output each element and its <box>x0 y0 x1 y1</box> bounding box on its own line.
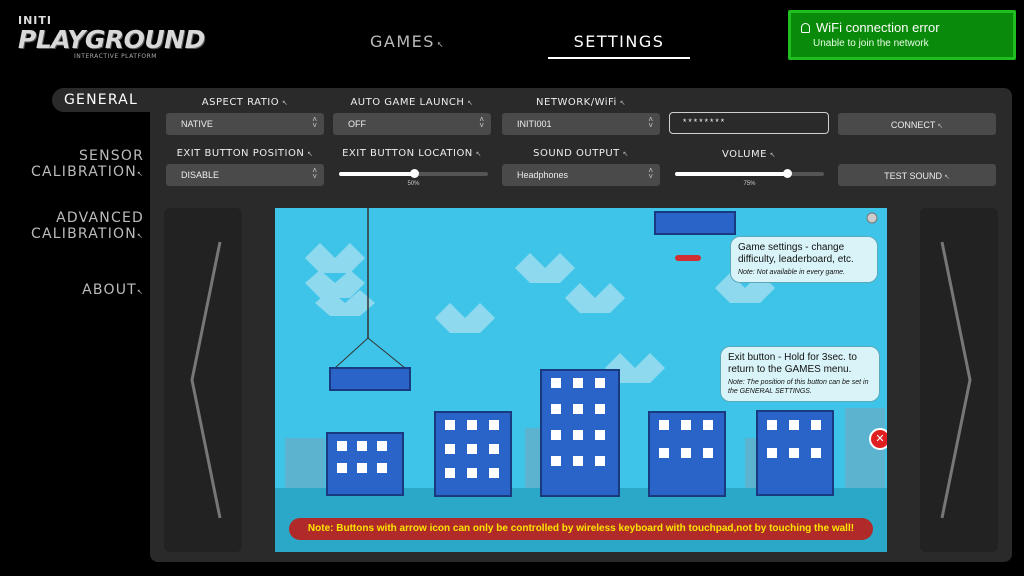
volume-slider[interactable] <box>675 169 824 178</box>
game-settings-bubble: Game settings - change difficulty, leade… <box>730 236 878 283</box>
sidebar-item-general[interactable]: GENERAL <box>52 88 162 112</box>
top-block <box>654 211 736 235</box>
exit-button-bubble: Exit button - Hold for 3sec. to return t… <box>720 346 880 402</box>
sidebar-item-about[interactable]: ABOUT↖ <box>82 282 144 300</box>
select-value: INITI001 <box>517 119 552 129</box>
cursor-arrow-icon: ↖ <box>136 232 144 240</box>
wifi-password-field[interactable]: ******** <box>669 112 829 134</box>
sidebar-item-label: CALIBRATION↖ <box>31 226 144 244</box>
sound-output-label: SOUND OUTPUT ↖ <box>502 148 660 159</box>
toast-message: Unable to join the network <box>813 38 929 49</box>
select-value: NATIVE <box>181 119 213 129</box>
exit-button-location-label: EXIT BUTTON LOCATION ↖ <box>333 148 491 159</box>
select-value: OFF <box>348 119 366 129</box>
updown-chevron-icon: ˄ ˅ <box>648 166 653 181</box>
sidebar-item-label: CALIBRATION↖ <box>31 164 144 182</box>
crane-sling <box>334 337 406 369</box>
app-logo: INITI PLAYGROUND INTERACTIVE PLATFORM <box>18 14 205 60</box>
cursor-arrow-icon: ↖ <box>136 170 144 178</box>
toast-title: WiFi connection error <box>816 20 940 35</box>
game-preview: Game settings - change difficulty, leade… <box>275 208 887 552</box>
slider-fill <box>339 172 414 176</box>
cursor-arrow-icon: ↖ <box>279 99 289 107</box>
game-settings-dot <box>866 212 878 224</box>
sidebar-item-label-2: CALIBRATION <box>31 164 137 180</box>
exit-button-position-select[interactable]: DISABLE ˄ ˅ <box>166 164 324 186</box>
cursor-arrow-icon: ↖ <box>942 174 950 181</box>
auto-game-launch-select[interactable]: OFF ˄ ˅ <box>333 113 491 135</box>
sound-output-select[interactable]: Headphones ˄ ˅ <box>502 164 660 186</box>
label-text: ASPECT RATIO <box>201 97 280 108</box>
exit-button-location-value: 50% <box>407 181 420 187</box>
cursor-arrow-icon: ↖ <box>616 99 626 107</box>
sidebar-item-advanced-calibration[interactable]: ADVANCED CALIBRATION↖ <box>31 210 144 244</box>
cursor-arrow-icon: ↖ <box>619 150 629 158</box>
cursor-arrow-icon: ↖ <box>304 150 314 158</box>
updown-chevron-icon: ˄ ˅ <box>648 115 653 130</box>
cursor-arrow-icon: ↖ <box>472 150 482 158</box>
updown-chevron-icon: ˄ ˅ <box>312 166 317 181</box>
top-nav: GAMES ↖ SETTINGS <box>340 32 700 62</box>
auto-game-launch-label: AUTO GAME LAUNCH ↖ <box>333 97 491 108</box>
label-text: AUTO GAME LAUNCH <box>350 97 465 108</box>
label-text: EXIT BUTTON POSITION <box>176 148 305 159</box>
label-text: NETWORK/WiFi <box>536 97 617 108</box>
cursor-arrow-icon: ↖ <box>766 151 776 159</box>
tab-settings[interactable]: SETTINGS <box>548 32 690 59</box>
select-value: Headphones <box>517 170 569 180</box>
bubble-note: Note: The position of this button can be… <box>728 379 869 395</box>
next-arrow-button[interactable] <box>920 208 998 552</box>
aspect-ratio-select[interactable]: NATIVE ˄ ˅ <box>166 113 324 135</box>
volume-value: 75% <box>743 181 756 187</box>
bell-icon <box>801 22 810 33</box>
note-bar: Note: Buttons with arrow icon can only b… <box>289 518 873 540</box>
button-label: CONNECT <box>890 120 936 130</box>
bubble-note: Note: Not available in every game. <box>738 269 845 276</box>
exit-close-icon: ✕ <box>869 428 887 450</box>
chevron-left-icon <box>190 241 222 519</box>
label-text: EXIT BUTTON LOCATION <box>342 148 473 159</box>
hanging-block <box>329 367 411 391</box>
volume-label: VOLUME ↖ <box>669 149 829 160</box>
logo-big: PLAYGROUND <box>18 25 205 54</box>
label-text: SOUND OUTPUT <box>533 148 620 159</box>
logo-sub: INTERACTIVE PLATFORM <box>74 53 157 60</box>
sidebar-item-sensor-calibration[interactable]: SENSOR CALIBRATION↖ <box>31 148 144 182</box>
sidebar-item-label-2: CALIBRATION <box>31 226 137 242</box>
slider-fill <box>675 172 787 176</box>
bubble-text: Exit button - Hold for 3sec. to return t… <box>728 352 857 375</box>
network-select[interactable]: INITI001 ˄ ˅ <box>502 113 660 135</box>
sidebar-item-label: ADVANCED <box>56 210 144 226</box>
chevron-right-icon <box>940 241 972 519</box>
sidebar-item-label: SENSOR <box>78 148 144 164</box>
sidebar-item-label: ABOUT <box>82 282 137 298</box>
aspect-ratio-label: ASPECT RATIO ↖ <box>166 97 324 108</box>
exit-button-location-slider[interactable] <box>339 169 488 178</box>
connect-button[interactable]: CONNECT ↖ <box>838 113 996 135</box>
test-sound-button[interactable]: TEST SOUND ↖ <box>838 164 996 186</box>
exit-button-position-label: EXIT BUTTON POSITION ↖ <box>166 148 324 159</box>
network-label: NETWORK/WiFi ↖ <box>502 97 660 108</box>
cursor-arrow-icon: ↖ <box>136 288 144 296</box>
updown-chevron-icon: ˄ ˅ <box>312 115 317 130</box>
prev-arrow-button[interactable] <box>164 208 242 552</box>
bubble-text: Game settings - change difficulty, leade… <box>738 242 854 265</box>
label-text: VOLUME <box>722 149 767 160</box>
slider-knob[interactable] <box>782 169 792 178</box>
slider-knob[interactable] <box>409 169 419 178</box>
plane <box>675 255 701 261</box>
cursor-arrow-icon: ↖ <box>935 123 944 130</box>
cursor-arrow-icon: ↖ <box>464 99 474 107</box>
tab-games[interactable]: GAMES ↖ <box>370 32 445 51</box>
updown-chevron-icon: ˄ ˅ <box>479 115 484 130</box>
cursor-arrow-icon: ↖ <box>436 40 446 49</box>
clouds <box>305 243 775 383</box>
button-label: TEST SOUND <box>884 171 943 181</box>
tab-games-label: GAMES <box>370 32 435 51</box>
select-value: DISABLE <box>181 170 220 180</box>
wifi-error-toast[interactable]: WiFi connection error Unable to join the… <box>788 10 1016 60</box>
